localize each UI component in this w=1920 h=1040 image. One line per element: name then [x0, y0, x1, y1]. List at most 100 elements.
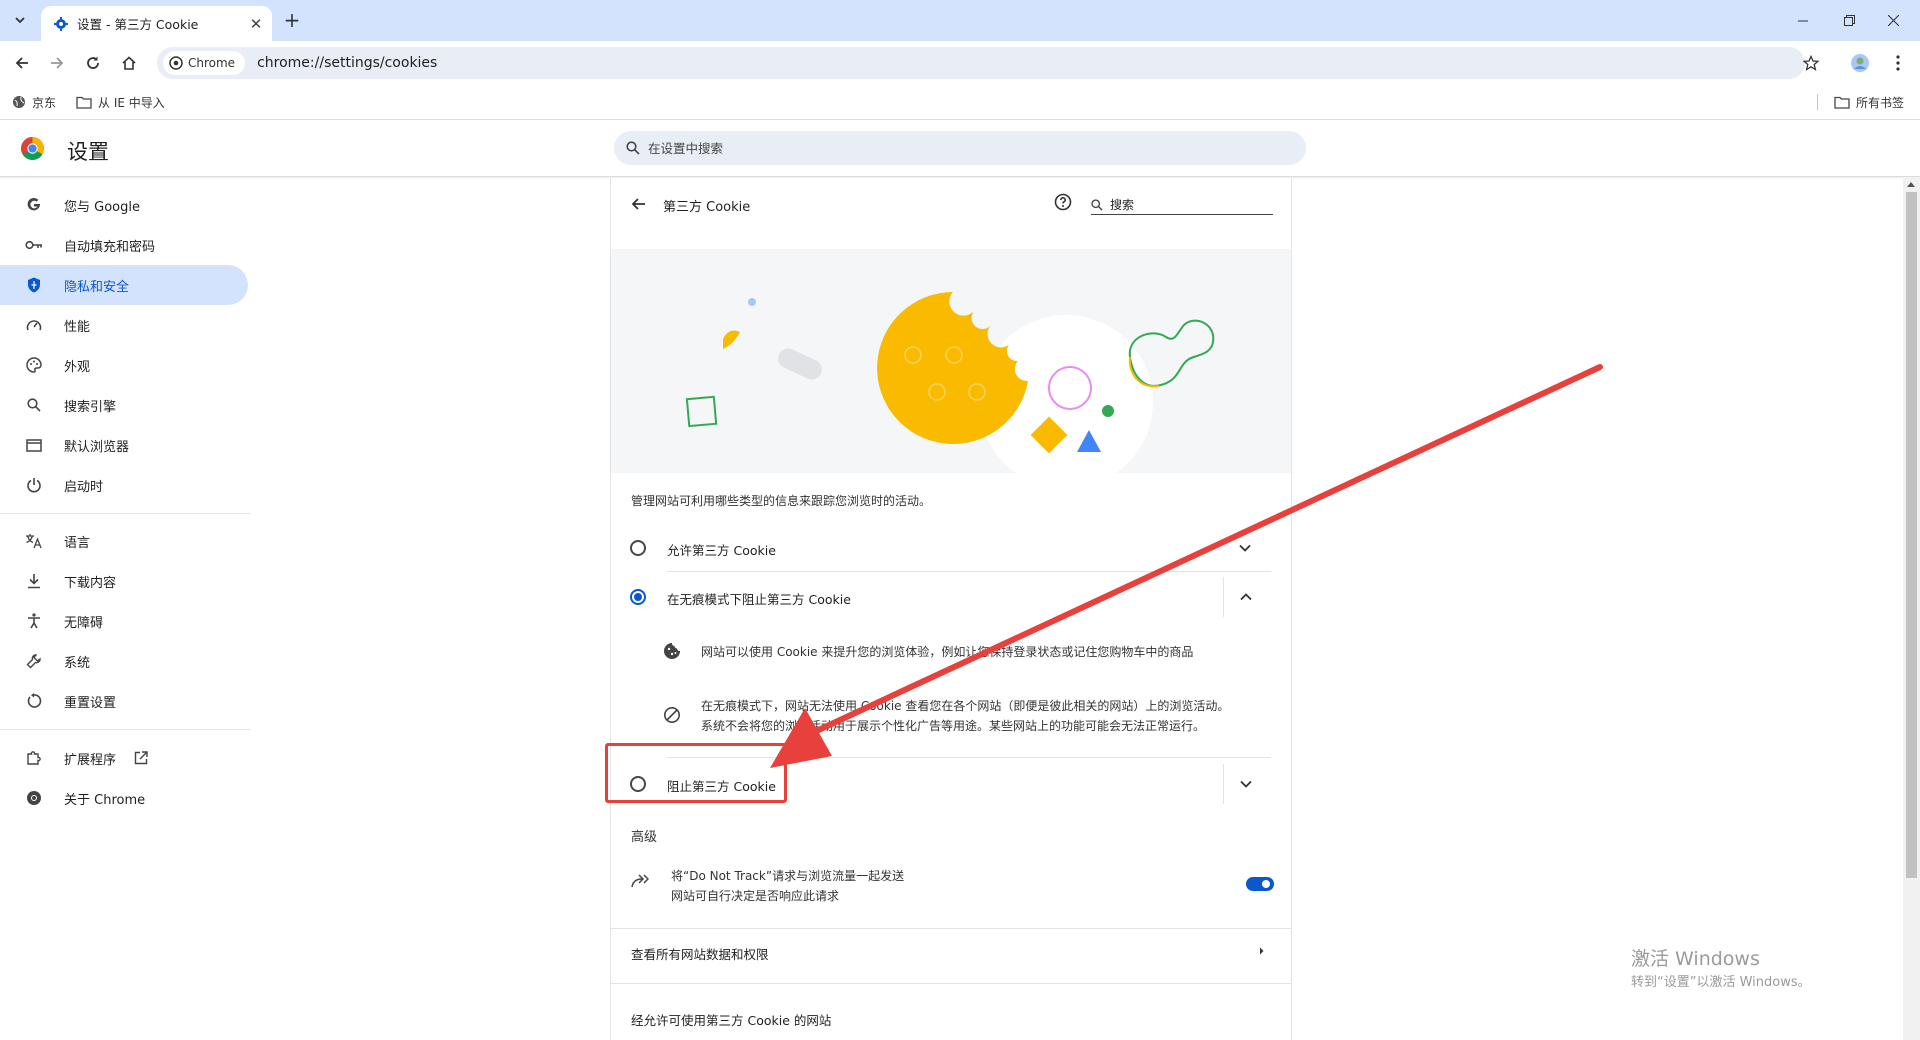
sidebar-item-you-and-google[interactable]: 您与 Google — [0, 185, 248, 225]
detail-text: 网站可以使用 Cookie 来提升您的浏览体验，例如让您保持登录状态或记住您购物… — [701, 645, 1194, 659]
bookmark-star-button[interactable] — [1799, 51, 1823, 75]
browser-window-icon — [24, 435, 44, 455]
close-icon[interactable]: ✕ — [248, 15, 264, 33]
search-icon — [1091, 198, 1103, 211]
reload-button[interactable] — [81, 51, 105, 75]
subpage-title: 第三方 Cookie — [663, 200, 751, 215]
sidebar-item-accessibility[interactable]: 无障碍 — [0, 601, 248, 641]
all-bookmarks[interactable]: 所有书签 — [1834, 93, 1904, 111]
sidebar-item-label: 外观 — [64, 359, 91, 375]
option-allow-third-party[interactable]: 允许第三方 Cookie — [611, 524, 1291, 572]
cookie-description: 管理网站可利用哪些类型的信息来跟踪您浏览时的活动。 — [631, 494, 932, 508]
key-icon — [24, 235, 44, 255]
sidebar-item-label: 重置设置 — [64, 695, 117, 711]
sidebar-item-system[interactable]: 系统 — [0, 641, 248, 681]
settings-header: 设置 — [0, 120, 1920, 177]
home-button[interactable] — [117, 51, 141, 75]
profile-button[interactable] — [1848, 51, 1872, 75]
search-icon — [626, 141, 640, 155]
subpage-search-label: 搜索 — [1110, 198, 1135, 212]
sidebar-item-languages[interactable]: 语言 — [0, 521, 248, 561]
sidebar-item-appearance[interactable]: 外观 — [0, 345, 248, 385]
detail-line: 系统不会将您的浏览活动用于展示个性化广告等用途。某些网站上的功能可能会无法正常运… — [701, 719, 1206, 733]
google-icon — [24, 195, 44, 215]
back-arrow-icon[interactable] — [629, 194, 649, 214]
active-tab[interactable]: 设置 - 第三方 Cookie ✕ — [41, 6, 272, 41]
search-icon — [24, 395, 44, 415]
page-scrollbar[interactable] — [1903, 178, 1920, 1040]
scroll-up-arrow[interactable] — [1907, 182, 1915, 187]
cookies-settings-card: 第三方 Cookie 搜索 管理网站可利用哪些类型的信息来跟踪您浏览时的活动。 … — [610, 178, 1292, 1040]
collapse-button[interactable] — [1223, 577, 1267, 617]
accessibility-icon — [24, 611, 44, 631]
subpage-search[interactable]: 搜索 — [1091, 195, 1273, 215]
chevron-right-icon[interactable] — [1258, 944, 1266, 958]
radio-block-incognito[interactable] — [630, 589, 646, 605]
section-divider — [611, 983, 1291, 984]
radio-allow[interactable] — [630, 540, 646, 556]
share-arrow-icon — [631, 874, 649, 888]
gear-icon — [54, 16, 68, 31]
sidebar-item-search-engine[interactable]: 搜索引擎 — [0, 385, 248, 425]
subpage-header: 第三方 Cookie 搜索 — [611, 178, 1291, 230]
window-close-button[interactable] — [1866, 0, 1920, 41]
cookie-icon — [664, 643, 680, 659]
translate-icon — [24, 531, 44, 551]
sidebar-item-extensions[interactable]: 扩展程序 — [0, 738, 248, 778]
option-block-incognito[interactable]: 在无痕模式下阻止第三方 Cookie — [611, 573, 1291, 621]
sidebar-item-privacy[interactable]: 隐私和安全 — [0, 265, 248, 305]
sidebar-item-autofill[interactable]: 自动填充和密码 — [0, 225, 248, 265]
dnt-subtitle: 网站可自行决定是否响应此请求 — [671, 889, 840, 903]
back-button[interactable] — [10, 51, 34, 75]
scroll-thumb[interactable] — [1906, 192, 1917, 878]
chevron-down-icon — [15, 17, 25, 24]
site-data-link[interactable]: 查看所有网站数据和权限 — [631, 944, 769, 963]
activation-watermark-title: 激活 Windows — [1631, 948, 1760, 970]
external-link-icon — [134, 751, 148, 765]
help-icon[interactable] — [1054, 193, 1072, 211]
forward-button[interactable] — [45, 51, 69, 75]
new-tab-button[interactable]: + — [282, 10, 302, 30]
folder-icon — [76, 96, 92, 109]
sidebar-item-label: 关于 Chrome — [64, 792, 146, 808]
option-label: 允许第三方 Cookie — [667, 543, 776, 558]
dnt-title: 将“Do Not Track”请求与浏览流量一起发送 — [671, 869, 905, 883]
sidebar-item-label: 隐私和安全 — [64, 279, 130, 295]
sidebar-item-about[interactable]: 关于 Chrome — [0, 778, 248, 818]
sidebar-item-downloads[interactable]: 下载内容 — [0, 561, 248, 601]
speedometer-icon — [24, 315, 44, 335]
bookmark-ie-import[interactable]: 从 IE 中导入 — [76, 93, 165, 111]
detail-text-block: 在无痕模式下，网站无法使用 Cookie 查看您在各个网站（即便是彼此相关的网站… — [701, 696, 1271, 736]
sidebar-item-on-startup[interactable]: 启动时 — [0, 465, 248, 505]
url-text[interactable]: chrome://settings/cookies — [257, 55, 437, 71]
all-bookmarks-label: 所有书签 — [1856, 95, 1905, 110]
sidebar-item-performance[interactable]: 性能 — [0, 305, 248, 345]
address-bar[interactable]: Chrome chrome://settings/cookies — [157, 47, 1805, 79]
expand-button[interactable] — [1223, 764, 1267, 804]
folder-icon — [1834, 96, 1850, 109]
sidebar: 您与 Google 自动填充和密码 隐私和安全 性能 外观 搜索引擎 默认浏览器… — [0, 178, 260, 1040]
arrow-right-icon — [51, 57, 64, 69]
sidebar-item-label: 系统 — [64, 655, 91, 671]
reload-icon — [87, 56, 99, 69]
reset-icon — [24, 691, 44, 711]
sidebar-item-label: 性能 — [64, 319, 91, 335]
settings-search-input[interactable] — [648, 140, 1248, 156]
bookmark-separator — [1817, 94, 1818, 110]
close-icon — [1888, 15, 1899, 26]
tab-title: 设置 - 第三方 Cookie — [77, 17, 199, 32]
tab-search-button[interactable] — [8, 9, 32, 31]
do-not-track-toggle[interactable] — [1246, 877, 1274, 891]
sidebar-item-label: 语言 — [64, 535, 91, 551]
bookmark-jd[interactable]: 京东 — [12, 93, 56, 111]
site-chip[interactable]: Chrome — [163, 51, 246, 75]
expand-button[interactable] — [1223, 528, 1267, 568]
bookmarks-bar: 京东 从 IE 中导入 所有书签 — [0, 84, 1920, 120]
menu-button[interactable] — [1886, 51, 1910, 75]
cookie-illustration — [611, 249, 1291, 489]
sidebar-item-default-browser[interactable]: 默认浏览器 — [0, 425, 248, 465]
sidebar-item-reset[interactable]: 重置设置 — [0, 681, 248, 721]
chevron-down-icon — [1239, 544, 1251, 552]
bookmark-label: 京东 — [32, 95, 57, 110]
settings-search[interactable] — [614, 131, 1306, 165]
